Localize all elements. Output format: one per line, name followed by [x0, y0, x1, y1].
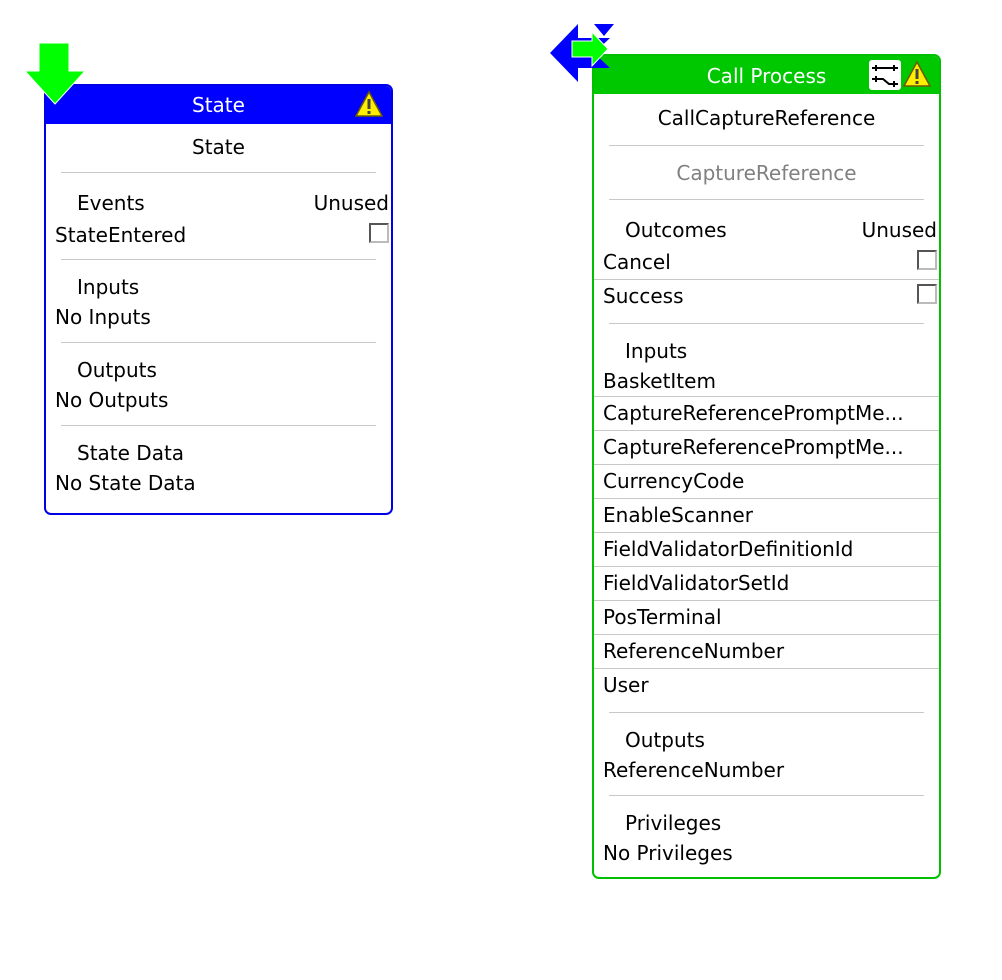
event-item: StateEntered	[46, 219, 391, 251]
state-node-title: State	[192, 93, 245, 117]
outputs-section-header: Outputs	[594, 725, 939, 755]
input-item[interactable]: User	[594, 669, 939, 702]
unused-label: Unused	[861, 218, 937, 242]
state-data-section-header: State Data	[46, 438, 391, 468]
input-item[interactable]: CaptureReferencePromptMe...	[594, 397, 939, 430]
call-name: CallCaptureReference	[657, 106, 876, 130]
outcomes-label: Outcomes	[625, 218, 727, 242]
events-section-header: Events Unused	[46, 187, 391, 219]
outcome-label: Cancel	[603, 250, 671, 274]
outputs-section-header: Outputs	[46, 355, 391, 385]
called-process-link[interactable]: CaptureReference	[594, 158, 939, 188]
event-label: StateEntered	[55, 223, 187, 247]
inputs-label: Inputs	[77, 275, 140, 299]
list-item: No State Data	[55, 471, 196, 495]
input-item[interactable]: CurrencyCode	[594, 465, 939, 498]
unused-label: Unused	[313, 191, 389, 215]
unused-checkbox[interactable]	[369, 223, 389, 243]
outcomes-section-header: Outcomes Unused	[594, 214, 939, 246]
inputs-label: Inputs	[625, 339, 688, 363]
output-item[interactable]: ReferenceNumber	[594, 755, 939, 785]
state-node-header[interactable]: State	[46, 86, 391, 124]
privileges-label: Privileges	[625, 811, 722, 835]
outcome-label: Success	[603, 284, 684, 308]
state-data-label: State Data	[77, 441, 185, 465]
outcome-item: Success	[594, 280, 939, 313]
input-item[interactable]: PosTerminal	[594, 601, 939, 634]
outputs-label: Outputs	[625, 728, 705, 752]
input-item[interactable]: ReferenceNumber	[594, 635, 939, 668]
entry-down-arrow-icon	[24, 42, 87, 105]
privileges-section-header: Privileges	[594, 808, 939, 838]
call-arrows-icon	[550, 24, 614, 82]
input-item[interactable]: FieldValidatorDefinitionId	[594, 533, 939, 566]
inputs-list: BasketItem CaptureReferencePromptMe... C…	[594, 366, 939, 702]
state-name: State	[192, 135, 245, 159]
list-item: No Privileges	[603, 841, 733, 865]
call-process-node-header[interactable]: Call Process	[594, 56, 939, 94]
routing-icon[interactable]	[869, 60, 901, 90]
input-item[interactable]: FieldValidatorSetId	[594, 567, 939, 600]
warning-icon	[903, 60, 931, 87]
input-item[interactable]: CaptureReferencePromptMe...	[594, 431, 939, 464]
call-process-node[interactable]: Call Process CallCaptureReference Captur…	[592, 54, 941, 879]
state-node[interactable]: State State Events Unused StateEntered I…	[44, 84, 393, 515]
list-item: No Outputs	[55, 388, 169, 412]
inputs-section-header: Inputs	[594, 336, 939, 366]
outputs-label: Outputs	[77, 358, 157, 382]
input-item[interactable]: EnableScanner	[594, 499, 939, 532]
events-label: Events	[77, 191, 145, 215]
warning-icon	[355, 90, 383, 117]
list-item: No Inputs	[55, 305, 151, 329]
unused-checkbox[interactable]	[917, 250, 937, 270]
outcome-item: Cancel	[594, 246, 939, 279]
inputs-section-header: Inputs	[46, 272, 391, 302]
unused-checkbox[interactable]	[917, 284, 937, 304]
input-item[interactable]: BasketItem	[594, 366, 939, 396]
